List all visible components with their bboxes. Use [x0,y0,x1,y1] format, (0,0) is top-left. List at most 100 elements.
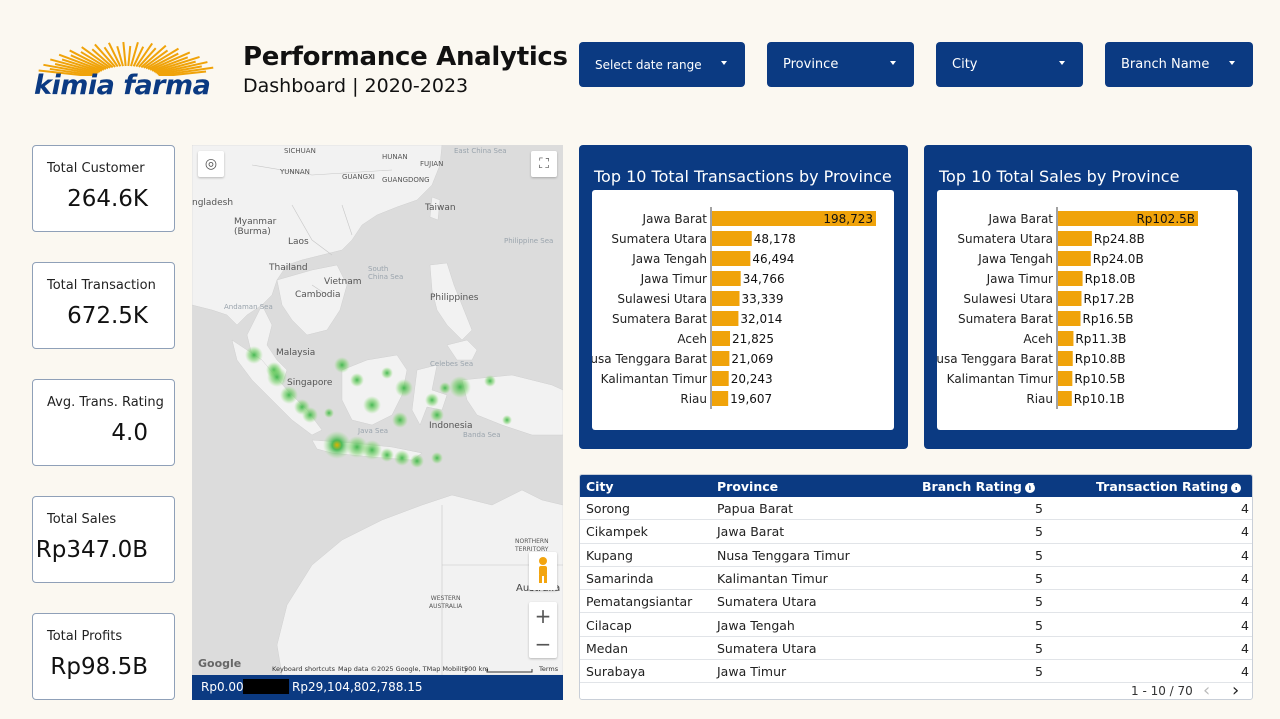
map-label: Malaysia [276,348,316,358]
keyboard-shortcuts-link[interactable]: Keyboard shortcuts [272,665,335,673]
data-label: Rp10.5B [1074,372,1125,386]
column-city[interactable]: City [586,479,614,494]
sales-by-province-panel: Top 10 Total Sales by Province Jawa Bara… [924,145,1252,449]
bar [1058,231,1092,246]
zoom-out-icon[interactable]: − [529,630,557,658]
data-label: Rp102.5B [1136,212,1195,226]
category-label: Kalimantan Timur [601,372,707,386]
prev-page-button[interactable]: ‹ [1203,680,1210,699]
cell-province: Kalimantan Timur [717,570,828,586]
cell-branch-rating: 5 [1035,640,1043,656]
bar [712,371,729,386]
logo-ray [127,45,132,67]
cell-branch-rating: 5 [1035,524,1043,540]
category-label: Jawa Timur [986,272,1053,286]
company-logo: kimia farma [30,36,225,104]
bar [1058,311,1081,326]
data-label: Rp17.2B [1083,292,1134,306]
map-label: Taiwan [425,203,456,213]
bar [1058,271,1083,286]
table-row[interactable]: Surabaya Jawa Timur 5 4 [580,660,1252,684]
kpi-value: Rp98.5B [50,654,148,680]
table-row[interactable]: Pematangsiantar Sumatera Utara 5 4 [580,590,1252,614]
province-filter[interactable]: Province [767,42,914,87]
data-label: Rp11.3B [1075,332,1126,346]
cell-city: Cikampek [586,524,648,540]
cell-branch-rating: 5 [1035,570,1043,586]
column-branch-rating[interactable]: Branch Rating i [922,479,1035,494]
kpi-value: 4.0 [111,420,148,446]
table-row[interactable]: Sorong Papua Barat 5 4 [580,497,1252,521]
bar [1058,391,1072,406]
fullscreen-icon[interactable]: ⛶ [531,151,557,177]
cell-branch-rating: 5 [1035,501,1043,516]
legend-gradient [243,679,289,694]
cell-transaction-rating: 4 [1241,524,1249,540]
cell-transaction-rating: 4 [1241,547,1249,563]
kpi-label: Total Profits [47,629,123,644]
cell-province: Jawa Tengah [717,617,795,633]
cell-transaction-rating: 4 [1241,640,1249,656]
category-label: Kalimantan Timur [947,372,1053,386]
city-filter[interactable]: City [936,42,1083,87]
data-label: Rp24.0B [1093,252,1144,266]
next-page-button[interactable]: › [1232,680,1239,699]
cell-province: Sumatera Utara [717,640,817,656]
cell-province: Papua Barat [717,501,794,516]
category-label: Riau [1026,392,1053,406]
cell-branch-rating: 5 [1035,594,1043,610]
cell-transaction-rating: 4 [1241,501,1249,516]
table-row[interactable]: Cikampek Jawa Barat 5 4 [580,520,1252,544]
data-label: Rp10.8B [1075,352,1126,366]
panel-title: Top 10 Total Sales by Province [939,167,1180,186]
cell-city: Samarinda [586,570,654,586]
branch-name-filter[interactable]: Branch Name [1105,42,1253,87]
bar [712,271,741,286]
street-view-pegman[interactable] [529,552,557,590]
filter-label: Branch Name [1121,57,1210,72]
data-label: 33,339 [742,292,784,306]
date-range-filter[interactable]: Select date range [579,42,745,87]
column-label: Branch Rating [922,479,1022,494]
pegman-icon [539,557,547,583]
data-label: 19,607 [730,392,772,406]
data-label: 21,069 [731,352,773,366]
data-label: 20,243 [731,372,773,386]
cell-city: Kupang [586,547,633,563]
filter-label: Select date range [595,57,702,72]
map-label: Laos [288,237,309,247]
chart-area: Jawa Barat Rp102.5B Sumatera Utara Rp24.8B J… [937,190,1238,430]
table-row[interactable]: Samarinda Kalimantan Timur 5 4 [580,567,1252,591]
cell-city: Cilacap [586,617,632,633]
map-label: Celebes Sea [430,360,474,368]
filter-label: City [952,57,978,72]
bar [712,251,751,266]
table-row[interactable]: Medan Sumatera Utara 5 4 [580,637,1252,661]
category-label: Sumatera Barat [958,312,1053,326]
map-label: GUANGDONG [382,176,430,184]
transactions-by-province-panel: Top 10 Total Transactions by Province Ja… [579,145,908,449]
terms-link[interactable]: Terms [539,665,558,673]
map-label: WESTERN AUSTRALIA [429,595,463,610]
heatmap-map[interactable]: ◎ ⛶ SICHUAN HUNAN East China Sea YUNNAN … [192,145,563,675]
kpi-value: Rp347.0B [35,537,148,563]
scale-label: 500 km [464,665,489,673]
locate-icon[interactable]: ◎ [198,151,224,177]
table-header: City Province Branch Rating i Transaction… [580,475,1252,497]
bar [1058,251,1091,266]
table-row[interactable]: Kupang Nusa Tenggara Timur 5 4 [580,544,1252,567]
table-row[interactable]: Cilacap Jawa Tengah 5 4 [580,614,1252,637]
bar [1058,331,1074,346]
kpi-label: Total Customer [47,161,145,176]
panel-title: Top 10 Total Transactions by Province [594,167,892,186]
map-label: YUNNAN [280,168,310,176]
cell-city: Sorong [586,501,630,516]
column-province[interactable]: Province [717,479,778,494]
category-label: Jawa Barat [642,212,708,226]
transactions-bar-chart: Jawa Barat 198,723 Sumatera Utara 48,178 Jaw… [592,207,876,409]
data-label: 21,825 [732,332,774,346]
column-transaction-rating[interactable]: Transaction Rating i [1096,479,1242,494]
cell-province: Jawa Timur [717,664,787,680]
zoom-in-icon[interactable]: + [529,602,557,630]
chevron-down-icon [721,61,727,65]
